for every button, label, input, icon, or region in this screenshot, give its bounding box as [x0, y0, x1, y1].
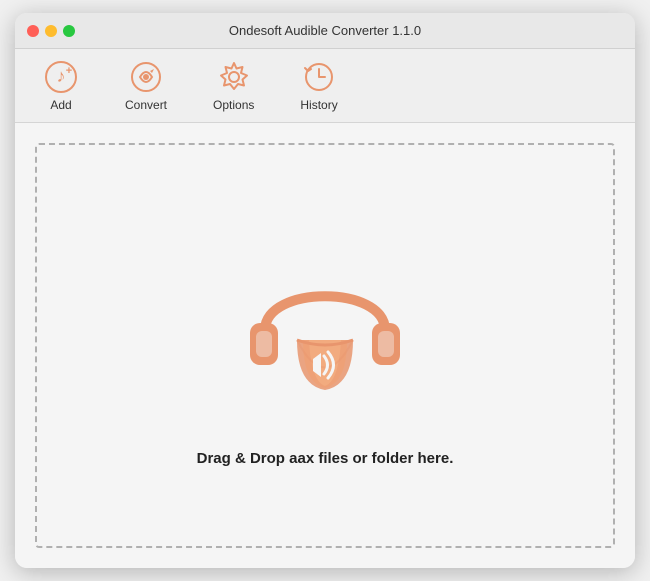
svg-text:+: +	[66, 65, 72, 77]
options-label: Options	[213, 98, 254, 112]
toolbar: ♪ + Add Convert	[15, 49, 635, 123]
title-bar: Ondesoft Audible Converter 1.1.0	[15, 13, 635, 49]
history-label: History	[300, 98, 337, 112]
window-title: Ondesoft Audible Converter 1.1.0	[229, 23, 421, 38]
convert-label: Convert	[125, 98, 167, 112]
convert-button[interactable]: Convert	[117, 55, 175, 116]
history-button[interactable]: History	[292, 55, 345, 116]
drop-zone-text: Drag & Drop aax files or folder here.	[197, 450, 454, 467]
minimize-button[interactable]	[45, 25, 57, 37]
options-button[interactable]: Options	[205, 55, 262, 116]
drop-zone[interactable]: Drag & Drop aax files or folder here.	[35, 143, 615, 548]
svg-text:♪: ♪	[57, 66, 66, 86]
history-icon	[301, 59, 337, 95]
add-label: Add	[50, 98, 71, 112]
drop-icon	[225, 225, 425, 430]
traffic-lights	[27, 25, 75, 37]
convert-icon	[128, 59, 164, 95]
add-icon: ♪ +	[43, 59, 79, 95]
main-content: Drag & Drop aax files or folder here.	[15, 123, 635, 568]
close-button[interactable]	[27, 25, 39, 37]
add-button[interactable]: ♪ + Add	[35, 55, 87, 116]
app-window: Ondesoft Audible Converter 1.1.0 ♪ + Add	[15, 13, 635, 568]
options-icon	[216, 59, 252, 95]
maximize-button[interactable]	[63, 25, 75, 37]
